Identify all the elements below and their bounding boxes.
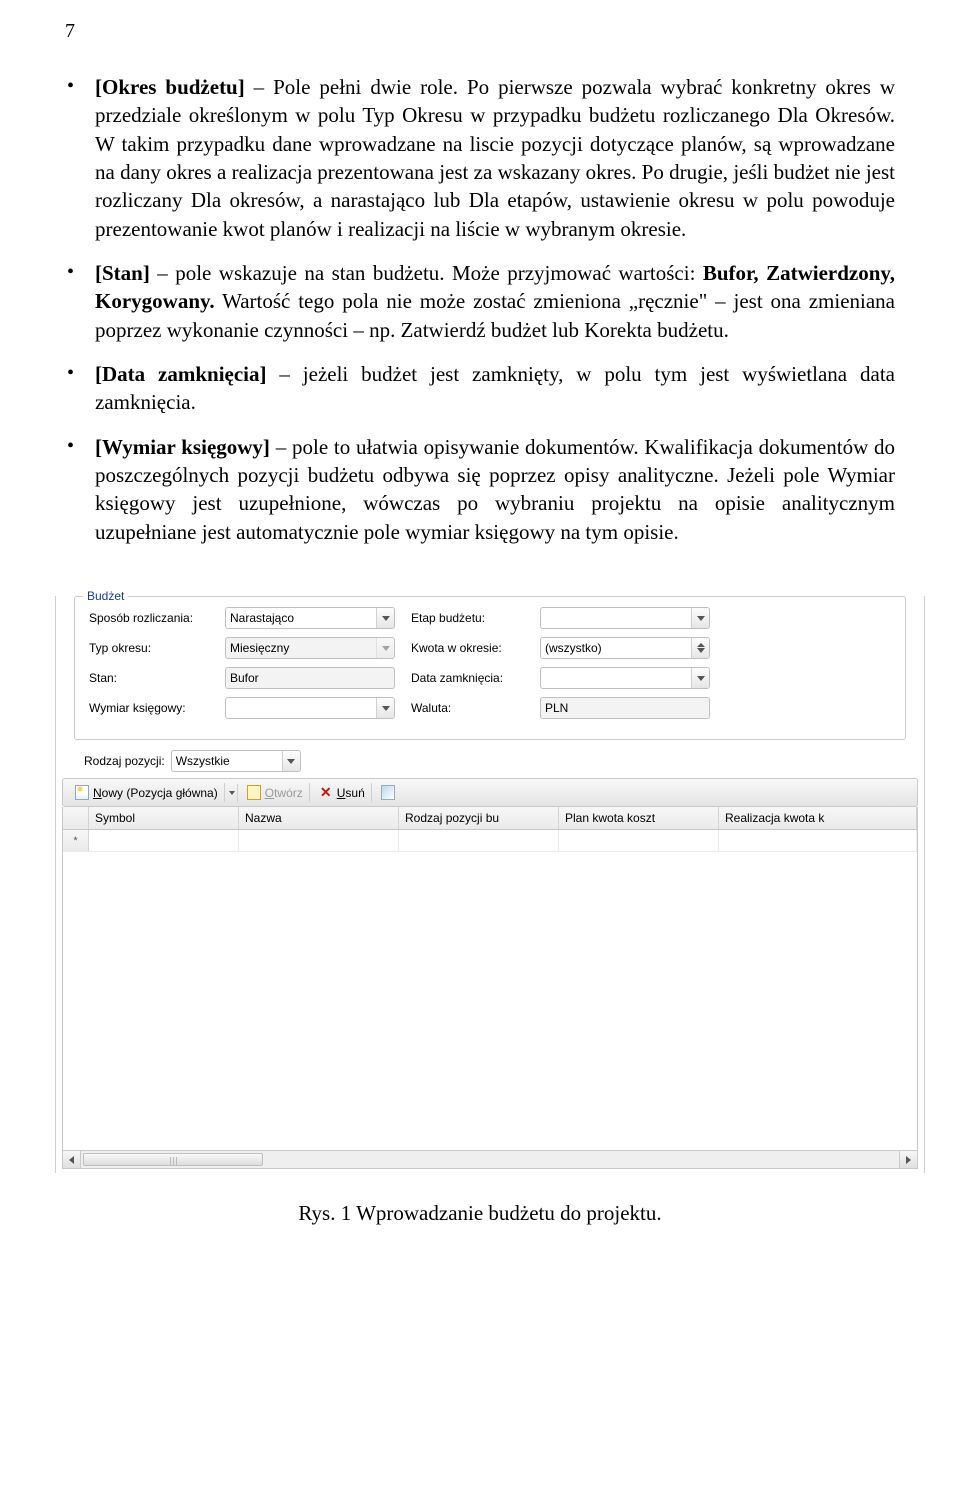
value-waluta: PLN	[541, 698, 709, 718]
budget-panel: Budżet Sposób rozliczania: Narastająco E…	[55, 596, 925, 1173]
scroll-left-icon[interactable]	[63, 1151, 81, 1168]
edit-button[interactable]	[375, 783, 401, 802]
combo-stan: Bufor	[225, 667, 395, 689]
row-selector-header	[63, 807, 89, 829]
field-descriptions-list: [Okres budżetu] – Pole pełni dwie role. …	[65, 73, 895, 546]
new-icon	[75, 785, 89, 800]
text-stan-a: – pole wskazuje na stan budżetu. Może pr…	[150, 261, 703, 285]
dropdown-icon[interactable]	[691, 608, 709, 628]
budget-groupbox: Budżet Sposób rozliczania: Narastająco E…	[74, 596, 906, 740]
positions-grid: Symbol Nazwa Rodzaj pozycji bu Plan kwot…	[62, 807, 918, 1151]
grid-body: *	[63, 830, 917, 1150]
col-rodzaj[interactable]: Rodzaj pozycji bu	[399, 807, 559, 829]
label-sposob-rozliczania: Sposób rozliczania:	[89, 611, 211, 625]
value-wymiar	[226, 698, 376, 718]
dropdown-icon	[376, 638, 394, 658]
label-rodzaj-pozycji: Rodzaj pozycji:	[84, 754, 165, 768]
page-number: 7	[65, 20, 895, 43]
group-legend: Budżet	[83, 589, 128, 603]
spin-kwota-w-okresie[interactable]: (wszystko)	[540, 637, 710, 659]
label-wymiar-ksiegowy-field: Wymiar księgowy:	[89, 701, 211, 715]
otworz-label-rest: twórz	[274, 786, 303, 800]
value-typ: Miesięczny	[226, 638, 376, 658]
value-stan: Bufor	[226, 668, 394, 688]
combo-sposob-rozliczania[interactable]: Narastająco	[225, 607, 395, 629]
spinner-icon[interactable]	[691, 638, 709, 658]
label-typ-okresu: Typ okresu:	[89, 641, 211, 655]
nowy-dropdown[interactable]	[228, 784, 238, 802]
value-rodzaj: Wszystkie	[172, 751, 282, 771]
label-stan-field: Stan:	[89, 671, 211, 685]
bullet-stan: [Stan] – pole wskazuje na stan budżetu. …	[95, 259, 895, 344]
scroll-thumb[interactable]	[83, 1153, 263, 1166]
usun-label-rest: suń	[345, 786, 364, 800]
usun-button[interactable]: ✕ Usuń	[313, 783, 372, 802]
col-plan[interactable]: Plan kwota koszt	[559, 807, 719, 829]
combo-rodzaj-pozycji[interactable]: Wszystkie	[171, 750, 301, 772]
nowy-button[interactable]: Nowy (Pozycja główna)	[69, 783, 225, 802]
col-nazwa[interactable]: Nazwa	[239, 807, 399, 829]
text-okres: – Pole pełni dwie role. Po pierwsze pozw…	[95, 75, 895, 241]
figure-caption: Rys. 1 Wprowadzanie budżetu do projektu.	[65, 1201, 895, 1226]
label-data-zamkniecia-field: Data zamknięcia:	[411, 671, 526, 685]
label-stan: [Stan]	[95, 261, 150, 285]
otworz-button: Otwórz	[241, 783, 310, 802]
scroll-right-icon[interactable]	[899, 1151, 917, 1168]
label-waluta: Waluta:	[411, 701, 526, 715]
grid-header: Symbol Nazwa Rodzaj pozycji bu Plan kwot…	[63, 807, 917, 830]
dropdown-icon[interactable]	[691, 668, 709, 688]
dropdown-icon[interactable]	[282, 751, 300, 771]
combo-waluta: PLN	[540, 697, 710, 719]
edit-icon	[381, 785, 395, 800]
delete-x-icon: ✕	[319, 785, 333, 800]
col-symbol[interactable]: Symbol	[89, 807, 239, 829]
bullet-wymiar-ksiegowy: [Wymiar księgowy] – pole to ułatwia opis…	[95, 433, 895, 546]
value-kwota: (wszystko)	[541, 638, 691, 658]
dropdown-icon[interactable]	[376, 698, 394, 718]
value-data-z	[541, 668, 691, 688]
label-okres: [Okres budżetu]	[95, 75, 245, 99]
open-icon	[247, 785, 261, 800]
combo-data-zamkniecia[interactable]	[540, 667, 710, 689]
text-stan-b: Wartość tego pola nie może zostać zmieni…	[95, 289, 895, 341]
col-realizacja[interactable]: Realizacja kwota k	[719, 807, 917, 829]
value-sposob: Narastająco	[226, 608, 376, 628]
bullet-data-zamkniecia: [Data zamknięcia] – jeżeli budżet jest z…	[95, 360, 895, 417]
grid-toolbar: Nowy (Pozycja główna) Otwórz ✕ Usuń	[62, 778, 918, 807]
label-wymiar: [Wymiar księgowy]	[95, 435, 270, 459]
bullet-okres-budzetu: [Okres budżetu] – Pole pełni dwie role. …	[95, 73, 895, 243]
combo-wymiar-ksiegowy[interactable]	[225, 697, 395, 719]
horizontal-scrollbar[interactable]	[62, 1151, 918, 1169]
label-data-z: [Data zamknięcia]	[95, 362, 267, 386]
nowy-label-rest: owy (Pozycja główna)	[102, 786, 218, 800]
combo-etap-budzetu[interactable]	[540, 607, 710, 629]
combo-typ-okresu: Miesięczny	[225, 637, 395, 659]
dropdown-icon[interactable]	[376, 608, 394, 628]
grid-new-row[interactable]: *	[63, 830, 917, 852]
label-kwota-w-okresie: Kwota w okresie:	[411, 641, 526, 655]
label-etap-budzetu: Etap budżetu:	[411, 611, 526, 625]
row-marker: *	[63, 830, 89, 851]
value-etap	[541, 608, 691, 628]
